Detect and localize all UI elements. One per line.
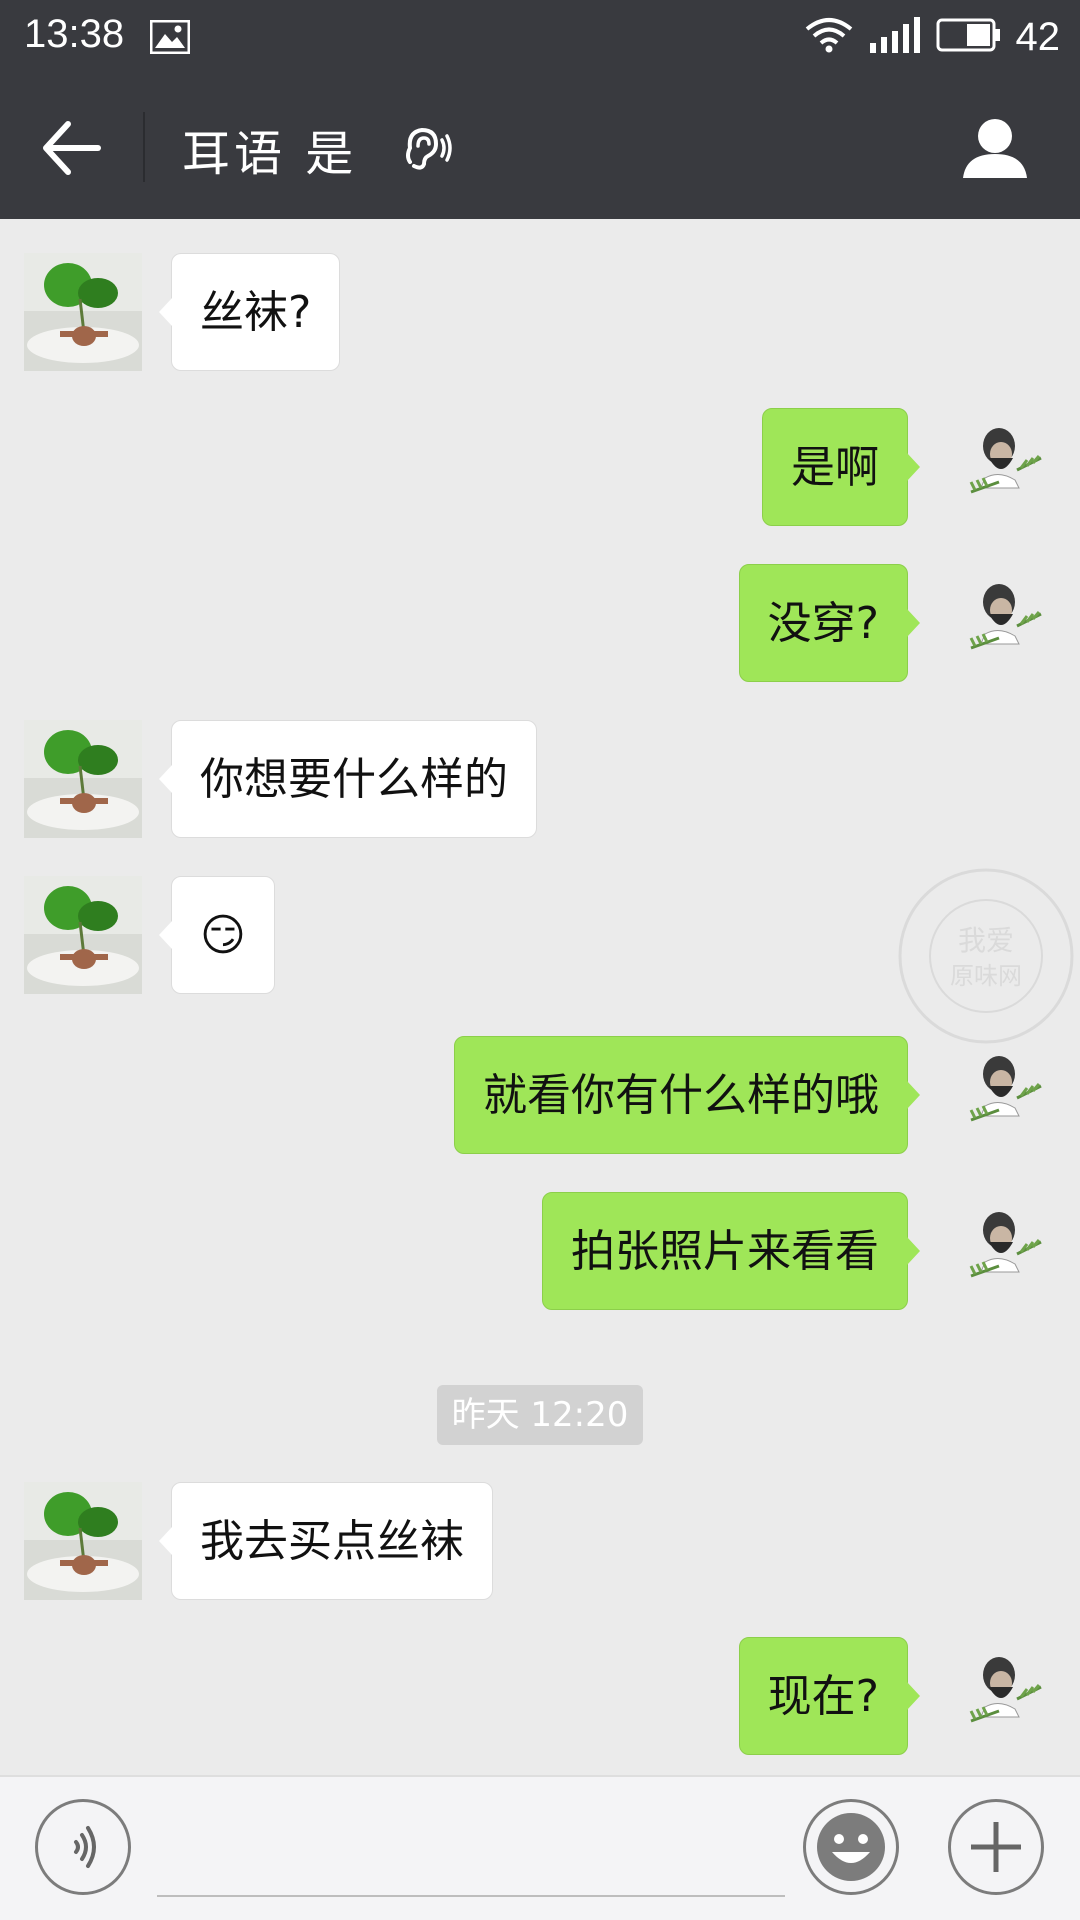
svg-text:原味网: 原味网 [950, 962, 1022, 990]
message-bubble[interactable]: 我去买点丝袜 [159, 1482, 493, 1600]
emoji-button[interactable] [803, 1799, 899, 1895]
message-bubble[interactable]: 你想要什么样的 [159, 720, 537, 838]
emoji-icon [817, 1813, 885, 1881]
voice-button[interactable] [35, 1799, 131, 1895]
message-bubble[interactable]: 拍张照片来看看 [542, 1192, 920, 1310]
input-bar [0, 1775, 1080, 1920]
wifi-icon [804, 15, 854, 59]
image-icon [149, 19, 191, 58]
battery-icon [936, 18, 1002, 56]
incoming-message: 我去买点丝袜 [0, 1482, 1080, 1600]
outgoing-message: 拍张照片来看看 [0, 1192, 1080, 1310]
message-timestamp: 昨天 12:20 [437, 1385, 643, 1445]
contact-info-icon [963, 119, 1027, 178]
header-divider [143, 112, 145, 182]
chat-title: 耳语 是 [182, 126, 358, 182]
back-button[interactable] [38, 116, 108, 180]
outgoing-message: 是啊 [0, 408, 1080, 526]
my-avatar[interactable] [941, 1036, 1059, 1154]
message-bubble[interactable]: 现在? [738, 1637, 921, 1755]
outgoing-message: 没穿? [0, 564, 1080, 682]
my-avatar[interactable] [941, 408, 1059, 526]
status-bar: 13:38 42 [0, 0, 1080, 74]
ear-icon [404, 126, 452, 174]
plus-icon [971, 1822, 1021, 1872]
contact-avatar[interactable] [24, 876, 142, 994]
contact-info-button[interactable] [960, 114, 1030, 184]
contact-avatar[interactable] [24, 720, 142, 838]
chat-header: 耳语 是 [0, 74, 1080, 219]
message-input[interactable] [157, 1807, 785, 1897]
message-bubble[interactable]: 😏 [159, 876, 275, 994]
status-right: 42 [804, 12, 1061, 62]
status-time: 13:38 [24, 12, 125, 56]
signal-icon [868, 15, 922, 59]
outgoing-message: 现在? [0, 1637, 1080, 1755]
contact-avatar[interactable] [24, 253, 142, 371]
voice-icon [74, 1826, 96, 1868]
contact-avatar[interactable] [24, 1482, 142, 1600]
my-avatar[interactable] [941, 1192, 1059, 1310]
message-bubble[interactable]: 丝袜? [158, 253, 341, 371]
more-button[interactable] [948, 1799, 1044, 1895]
my-avatar[interactable] [941, 564, 1059, 682]
message-bubble[interactable]: 没穿? [738, 564, 921, 682]
battery-percent: 42 [1015, 14, 1061, 59]
outgoing-message: 就看你有什么样的哦 [0, 1036, 1080, 1154]
incoming-message: 你想要什么样的 [0, 720, 1080, 838]
message-bubble[interactable]: 是啊 [762, 408, 920, 526]
watermark-seal: 我爱 原味网 [896, 866, 1076, 1046]
message-bubble[interactable]: 就看你有什么样的哦 [454, 1036, 920, 1154]
svg-text:我爱: 我爱 [958, 924, 1014, 957]
incoming-message: 丝袜? [0, 253, 1080, 371]
back-arrow-icon [43, 121, 101, 175]
my-avatar[interactable] [941, 1637, 1059, 1755]
